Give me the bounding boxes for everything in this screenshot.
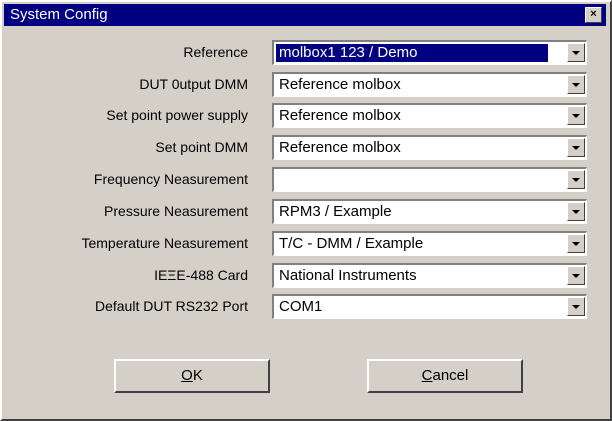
default-dut-rs232-port-value: COM1 — [279, 298, 323, 315]
cancel-mnemonic: C — [421, 367, 433, 384]
frequency-measurement-value — [276, 171, 548, 189]
set-point-power-supply-label: Set point power supply — [106, 107, 248, 123]
pressure-measurement-dropdown-button[interactable] — [567, 202, 585, 221]
ok-label-rest: K — [192, 367, 203, 384]
reference-value: molbox1 123 / Demo — [276, 44, 548, 62]
chevron-down-icon — [572, 146, 580, 150]
ieee-488-card-value: National Instruments — [279, 267, 417, 284]
set-point-dmm-label: Set point DMM — [155, 139, 248, 155]
set-point-power-supply-value: Reference molbox — [279, 107, 401, 124]
chevron-down-icon — [572, 274, 580, 278]
chevron-down-icon — [572, 305, 580, 309]
temperature-measurement-label: Temperature Neasurement — [81, 235, 248, 251]
temperature-measurement-select[interactable]: T/C - DMM / Example — [272, 231, 587, 256]
default-dut-rs232-port-select[interactable]: COM1 — [272, 294, 587, 319]
dut-output-dmm-value: Reference molbox — [279, 76, 401, 93]
cancel-label-rest: ancel — [432, 367, 469, 384]
title-bar[interactable]: System Config × — [4, 4, 606, 26]
temperature-measurement-value: T/C - DMM / Example — [279, 235, 424, 252]
set-point-power-supply-select[interactable]: Reference molbox — [272, 103, 587, 128]
ok-mnemonic: O — [181, 367, 193, 384]
reference-select[interactable]: molbox1 123 / Demo — [272, 40, 587, 65]
reference-label: Reference — [183, 44, 248, 60]
default-dut-rs232-port-dropdown-button[interactable] — [567, 297, 585, 316]
frequency-measurement-dropdown-button[interactable] — [567, 170, 585, 189]
temperature-measurement-dropdown-button[interactable] — [567, 234, 585, 253]
close-icon: × — [590, 8, 597, 20]
ieee-488-card-dropdown-button[interactable] — [567, 266, 585, 285]
chevron-down-icon — [572, 83, 580, 87]
set-point-dmm-select[interactable]: Reference molbox — [272, 135, 587, 160]
set-point-power-supply-dropdown-button[interactable] — [567, 106, 585, 125]
frequency-measurement-select[interactable] — [272, 167, 587, 192]
chevron-down-icon — [572, 210, 580, 214]
pressure-measurement-select[interactable]: RPM3 / Example — [272, 199, 587, 224]
default-dut-rs232-port-label: Default DUT RS232 Port — [94, 298, 248, 314]
dut-output-dmm-label: DUT 0utput DMM — [139, 76, 248, 92]
chevron-down-icon — [572, 51, 580, 55]
system-config-dialog: System Config × Reference molbox1 123 / … — [0, 0, 612, 421]
set-point-dmm-dropdown-button[interactable] — [567, 138, 585, 157]
ieee-488-card-select[interactable]: National Instruments — [272, 263, 587, 288]
chevron-down-icon — [572, 114, 580, 118]
frequency-measurement-label: Frequency Neasurement — [93, 171, 248, 187]
pressure-measurement-label: Pressure Neasurement — [104, 203, 248, 219]
ieee-488-card-label: IEΞE-488 Card — [154, 267, 248, 283]
pressure-measurement-value: RPM3 / Example — [279, 203, 392, 220]
chevron-down-icon — [572, 242, 580, 246]
cancel-button[interactable]: Cancel — [367, 359, 523, 393]
dut-output-dmm-dropdown-button[interactable] — [567, 75, 585, 94]
set-point-dmm-value: Reference molbox — [279, 139, 401, 156]
window-title: System Config — [10, 6, 108, 23]
dut-output-dmm-select[interactable]: Reference molbox — [272, 72, 587, 97]
close-button[interactable]: × — [585, 7, 602, 23]
reference-dropdown-button[interactable] — [567, 43, 585, 62]
ok-button[interactable]: OK — [114, 359, 270, 393]
chevron-down-icon — [572, 178, 580, 182]
